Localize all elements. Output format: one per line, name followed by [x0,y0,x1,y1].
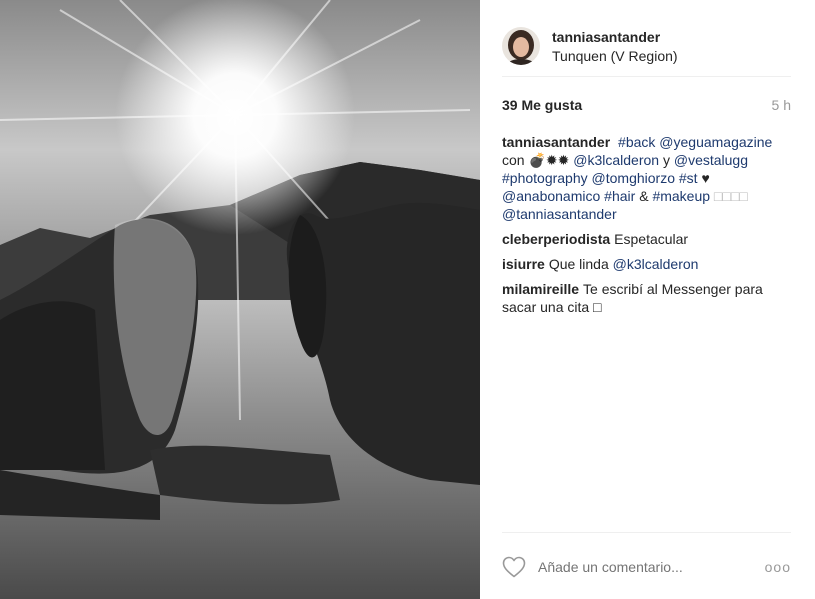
comment-username[interactable]: cleberperiodista [502,231,610,247]
emoji-text: 💣✹✹ [528,152,570,168]
hashtag-link[interactable]: #photography [502,170,588,186]
comment-username[interactable]: milamireille [502,281,579,297]
emoji-placeholder-text: □□□□ [713,188,748,204]
post-header: tanniasantander Tunquen (V Region) [502,16,791,76]
post-time[interactable]: 5 h [772,97,791,113]
divider [502,76,791,77]
list-item: cleberperiodista Espetacular [502,230,791,248]
post-details-panel: tanniasantander Tunquen (V Region) 39 Me… [480,0,815,599]
avatar[interactable] [502,27,540,65]
caption-text: con [502,152,529,168]
instagram-post: tanniasantander Tunquen (V Region) 39 Me… [0,0,815,599]
heart-outline-icon[interactable] [502,556,526,578]
hashtag-link[interactable]: #hair [604,188,635,204]
heart-emoji: ♥ [701,170,710,186]
caption-username[interactable]: tanniasantander [502,134,610,150]
add-comment-input[interactable] [538,559,765,575]
author-username[interactable]: tanniasantander [552,28,678,46]
author-info: tanniasantander Tunquen (V Region) [552,28,678,65]
comment-text: Que linda [548,256,613,272]
post-location[interactable]: Tunquen (V Region) [552,47,678,65]
caption: tanniasantander #back @yeguamagazine con… [502,133,791,223]
mention-link[interactable]: @k3lcalderon [613,256,699,272]
beach-photo-image [0,0,480,599]
comment-bar: ooo [502,550,791,584]
comment-text: Espetacular [614,231,689,247]
likes-row: 39 Me gusta 5 h [502,97,791,113]
list-item: isiurre Que linda @k3lcalderon [502,255,791,273]
likes-count[interactable]: 39 Me gusta [502,97,582,113]
mention-link[interactable]: @yeguamagazine [659,134,772,150]
comments-section: tanniasantander #back @yeguamagazine con… [502,133,791,323]
mention-link[interactable]: @tomghiorzo [592,170,675,186]
avatar-image [502,27,540,65]
hashtag-link[interactable]: #st [679,170,698,186]
divider [502,532,791,533]
list-item: milamireille Te escribí al Messenger para… [502,280,791,316]
comment-username[interactable]: isiurre [502,256,545,272]
mention-link[interactable]: @k3lcalderon [573,152,659,168]
caption-text: y [659,152,674,168]
caption-text: & [635,188,653,204]
post-photo[interactable] [0,0,480,599]
mention-link[interactable]: @tanniasantander [502,206,617,222]
mention-link[interactable]: @anabonamico [502,188,600,204]
mention-link[interactable]: @vestalugg [674,152,748,168]
more-options-icon[interactable]: ooo [765,559,791,575]
hashtag-link[interactable]: #back [618,134,655,150]
hashtag-link[interactable]: #makeup [652,188,710,204]
